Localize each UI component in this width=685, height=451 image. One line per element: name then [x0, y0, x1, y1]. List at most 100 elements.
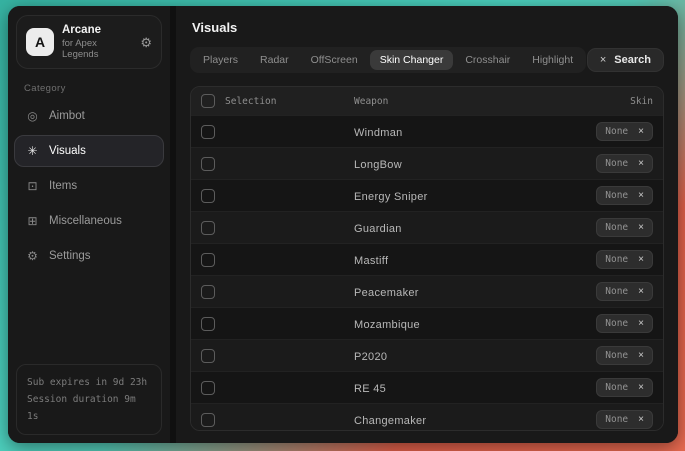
row-checkbox[interactable] — [201, 253, 215, 267]
app-name: Arcane — [62, 24, 132, 36]
sidebar-item-label: Items — [49, 180, 77, 192]
clear-skin-icon[interactable]: × — [638, 287, 644, 297]
clear-skin-icon[interactable]: × — [638, 159, 644, 169]
skin-cell: None × — [596, 378, 653, 397]
select-all-checkbox[interactable] — [201, 94, 215, 108]
row-checkbox[interactable] — [201, 413, 215, 427]
clear-skin-icon[interactable]: × — [638, 319, 644, 329]
skin-changer-table: Selection Weapon Skin Windman — [190, 86, 664, 431]
tab[interactable]: Crosshair — [455, 50, 520, 70]
page-title: Visuals — [176, 6, 678, 35]
row-selection-cell — [201, 253, 354, 267]
skin-select-pill[interactable]: None × — [596, 282, 653, 301]
sidebar-item[interactable]: ⊞ Miscellaneous — [14, 205, 164, 237]
main-panel: Visuals Players Radar OffScreen Skin Cha… — [176, 6, 678, 443]
sidebar-item[interactable]: ◎ Aimbot — [14, 100, 164, 132]
row-selection-cell — [201, 381, 354, 395]
weapon-name: Energy Sniper — [354, 191, 428, 203]
sub-expiry-text: Sub expires in 9d 23h — [27, 374, 151, 391]
weapon-cell: Mastiff — [354, 251, 596, 269]
package-icon: ⊡ — [25, 179, 40, 193]
tab-label: Skin Changer — [380, 54, 444, 66]
sidebar-item[interactable]: ⊡ Items — [14, 170, 164, 202]
search-button[interactable]: × Search — [587, 48, 664, 72]
clear-skin-icon[interactable]: × — [638, 255, 644, 265]
clear-skin-icon[interactable]: × — [638, 383, 644, 393]
skin-header-cell: Skin — [630, 96, 653, 107]
row-checkbox[interactable] — [201, 285, 215, 299]
skin-select-pill[interactable]: None × — [596, 218, 653, 237]
skin-select-pill[interactable]: None × — [596, 410, 653, 429]
row-selection-cell — [201, 221, 354, 235]
clear-skin-icon[interactable]: × — [638, 415, 644, 425]
row-selection-cell — [201, 125, 354, 139]
skin-select-pill[interactable]: None × — [596, 346, 653, 365]
tab-label: Radar — [260, 54, 289, 66]
weapon-name: Guardian — [354, 223, 402, 235]
skin-select-pill[interactable]: None × — [596, 154, 653, 173]
clear-skin-icon[interactable]: × — [638, 191, 644, 201]
sidebar: A Arcane for Apex Legends ⚙ Category ◎ A… — [8, 6, 176, 443]
skin-cell: None × — [596, 186, 653, 205]
skin-select-pill[interactable]: None × — [596, 122, 653, 141]
weapon-name: Peacemaker — [354, 287, 419, 299]
skin-select-pill[interactable]: None × — [596, 378, 653, 397]
table-row: Guardian None × — [191, 211, 663, 243]
table-row: Mastiff None × — [191, 243, 663, 275]
skin-cell: None × — [596, 122, 653, 141]
weapon-cell: P2020 — [354, 347, 596, 365]
tab[interactable]: Players — [193, 50, 248, 70]
row-selection-cell — [201, 285, 354, 299]
toolbar: Players Radar OffScreen Skin Changer Cro… — [176, 35, 678, 73]
sidebar-item-label: Settings — [49, 250, 91, 262]
skin-cell: None × — [596, 314, 653, 333]
weapon-cell: Windman — [354, 123, 596, 141]
tab[interactable]: Highlight — [522, 50, 583, 70]
weapon-name: LongBow — [354, 159, 402, 171]
gear-icon[interactable]: ⚙ — [140, 36, 152, 49]
row-checkbox[interactable] — [201, 221, 215, 235]
skin-cell: None × — [596, 282, 653, 301]
row-checkbox[interactable] — [201, 349, 215, 363]
clear-skin-icon[interactable]: × — [638, 223, 644, 233]
app-logo: A — [26, 28, 54, 56]
weapon-name: RE 45 — [354, 383, 386, 395]
row-checkbox[interactable] — [201, 381, 215, 395]
app-subtitle: for Apex Legends — [62, 38, 132, 60]
weapon-name: Mastiff — [354, 255, 388, 267]
row-selection-cell — [201, 189, 354, 203]
weapon-cell: Guardian — [354, 219, 596, 237]
tab[interactable]: OffScreen — [301, 50, 368, 70]
skin-cell: None × — [596, 154, 653, 173]
skin-select-pill[interactable]: None × — [596, 250, 653, 269]
skin-select-pill[interactable]: None × — [596, 314, 653, 333]
row-selection-cell — [201, 317, 354, 331]
category-label: Category — [24, 83, 170, 94]
skin-select-pill[interactable]: None × — [596, 186, 653, 205]
row-checkbox[interactable] — [201, 317, 215, 331]
sidebar-item-label: Miscellaneous — [49, 215, 122, 227]
row-checkbox[interactable] — [201, 125, 215, 139]
sidebar-item[interactable]: ⚙ Settings — [14, 240, 164, 272]
selection-header-label: Selection — [225, 96, 276, 107]
table-row: Windman None × — [191, 115, 663, 147]
sidebar-item[interactable]: ✳ Visuals — [14, 135, 164, 167]
clear-skin-icon[interactable]: × — [638, 351, 644, 361]
skin-value: None — [605, 382, 628, 393]
weapon-name: Mozambique — [354, 319, 420, 331]
weapon-name: Windman — [354, 127, 403, 139]
table-row: Mozambique None × — [191, 307, 663, 339]
profile-text: Arcane for Apex Legends — [62, 24, 132, 60]
weapon-name: Changemaker — [354, 415, 426, 427]
tab-label: Highlight — [532, 54, 573, 66]
clear-skin-icon[interactable]: × — [638, 127, 644, 137]
tab[interactable]: Skin Changer — [370, 50, 454, 70]
sidebar-nav: ◎ Aimbot ✳ Visuals ⊡ Items ⊞ Miscellaneo… — [8, 100, 170, 275]
crosshair-icon: ◎ — [25, 109, 40, 123]
skin-value: None — [605, 318, 628, 329]
tab[interactable]: Radar — [250, 50, 299, 70]
selection-header-cell: Selection — [201, 94, 354, 108]
row-checkbox[interactable] — [201, 157, 215, 171]
row-checkbox[interactable] — [201, 189, 215, 203]
skin-value: None — [605, 158, 628, 169]
